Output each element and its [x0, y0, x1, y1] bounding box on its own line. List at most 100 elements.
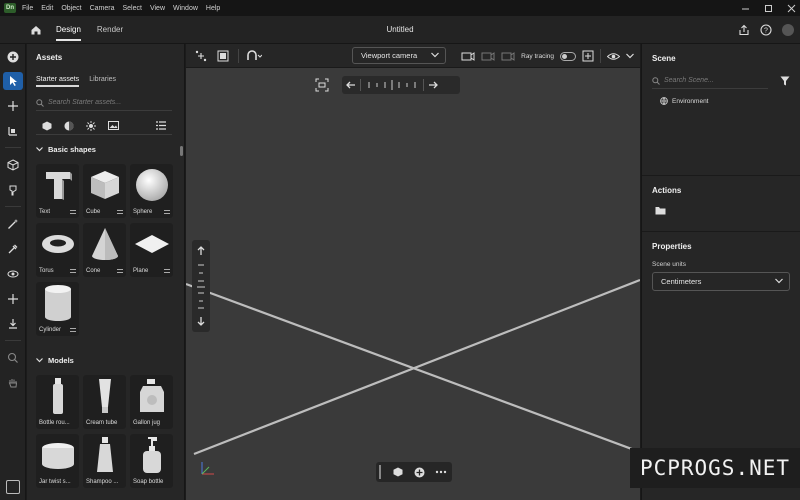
folder-icon[interactable] [655, 206, 666, 215]
menu-view[interactable]: View [150, 5, 165, 12]
select-tool-button[interactable] [3, 72, 23, 90]
panel-toggle-icon[interactable] [6, 480, 20, 494]
menu-window[interactable]: Window [173, 5, 198, 12]
maximize-icon[interactable] [764, 4, 773, 13]
zoom-icon [7, 352, 18, 363]
asset-tile-cylinder[interactable]: Cylinder [36, 282, 79, 336]
menu-edit[interactable]: Edit [41, 5, 53, 12]
camera-redo-icon[interactable] [501, 50, 515, 62]
menu-help[interactable]: Help [206, 5, 220, 12]
home-button[interactable] [24, 16, 48, 44]
filter-lights[interactable] [80, 120, 102, 131]
asset-tile-cone[interactable]: Cone [83, 223, 126, 277]
ray-tracing-toggle[interactable] [560, 51, 576, 61]
avatar[interactable] [782, 24, 794, 36]
asset-tile-shampoo[interactable]: Shampoo ... [83, 434, 126, 488]
close-icon[interactable] [787, 4, 796, 13]
vertical-orbit-control[interactable] [192, 240, 210, 332]
filter-icon[interactable] [780, 76, 790, 86]
tab-render[interactable]: Render [89, 16, 131, 44]
top-toolbar: Design Render Untitled ? [0, 16, 800, 44]
asset-tile-bottle[interactable]: Bottle rou... [36, 375, 79, 429]
tab-starter-assets[interactable]: Starter assets [36, 76, 80, 87]
assets-scrollbar[interactable] [180, 146, 183, 156]
asset-options-icon[interactable] [70, 210, 76, 214]
add-button[interactable] [409, 467, 431, 478]
menu-camera[interactable]: Camera [90, 5, 115, 12]
camera-add-icon[interactable] [461, 50, 475, 62]
asset-tile-sphere[interactable]: Sphere [130, 164, 173, 218]
render-settings-icon[interactable] [582, 50, 594, 62]
transform-button[interactable] [190, 50, 212, 62]
asset-tile-plane[interactable]: Plane [130, 223, 173, 277]
scene-units-select[interactable]: Centimeters [652, 272, 790, 291]
actions-title: Actions [652, 186, 682, 195]
viewport[interactable]: Viewport camera Ray tracing [186, 44, 640, 500]
scene-item-environment[interactable]: Environment [660, 97, 800, 105]
menu-select[interactable]: Select [122, 5, 141, 12]
object-tool-button[interactable] [0, 152, 26, 177]
arrow-right-icon[interactable] [424, 76, 442, 94]
asset-tile-gallon-jug[interactable]: Gallon jug [130, 375, 173, 429]
arrow-up-icon[interactable] [192, 242, 210, 260]
tab-libraries[interactable]: Libraries [89, 76, 116, 87]
orbit-tool-button[interactable] [0, 261, 26, 286]
asset-options-icon[interactable] [164, 269, 170, 273]
scale-tool-button[interactable] [0, 118, 26, 143]
minimize-icon[interactable] [741, 4, 750, 13]
filter-images[interactable] [102, 121, 124, 130]
horizontal-orbit-control[interactable] [315, 76, 460, 94]
asset-tile-torus[interactable]: Torus [36, 223, 79, 277]
camera-undo-icon[interactable] [481, 50, 495, 62]
section-models[interactable]: Models [27, 356, 184, 365]
transform-icon [195, 50, 207, 61]
asset-tile-soap-bottle[interactable]: Soap bottle [130, 434, 173, 488]
asset-options-icon[interactable] [70, 328, 76, 332]
asset-search-field[interactable]: Search Starter assets... [36, 95, 172, 111]
camera-select[interactable]: Viewport camera [352, 47, 446, 64]
filter-materials[interactable] [58, 121, 80, 131]
eye-icon[interactable] [607, 52, 620, 61]
more-button[interactable] [430, 470, 452, 474]
asset-options-icon[interactable] [164, 210, 170, 214]
section-basic-shapes[interactable]: Basic shapes [27, 145, 184, 154]
orbit-icon [7, 270, 19, 277]
move-tool-button[interactable] [0, 93, 26, 118]
hand-tool-button[interactable] [0, 370, 26, 395]
drag-handle[interactable] [379, 465, 381, 479]
pan-tool-button[interactable] [0, 286, 26, 311]
asset-options-icon[interactable] [117, 210, 123, 214]
frame-camera-button[interactable] [312, 76, 332, 94]
asset-tile-cream-tube[interactable]: Cream tube [83, 375, 126, 429]
arrow-down-icon[interactable] [192, 312, 210, 330]
zoom-tool-button[interactable] [0, 345, 26, 370]
asset-options-icon[interactable] [117, 269, 123, 273]
asset-tile-text[interactable]: Text [36, 164, 79, 218]
snap-button[interactable] [243, 49, 265, 62]
align-button[interactable] [212, 50, 234, 62]
add-model-button[interactable] [387, 467, 409, 477]
scene-search-field[interactable]: Search Scene... [652, 73, 768, 89]
scene-search-row: Search Scene... [652, 73, 792, 89]
help-icon[interactable]: ? [760, 24, 772, 36]
tab-design[interactable]: Design [48, 16, 89, 44]
share-icon[interactable] [738, 24, 750, 36]
list-view-button[interactable] [150, 121, 172, 130]
arrow-left-icon[interactable] [342, 76, 360, 94]
menu-object[interactable]: Object [61, 5, 81, 12]
orbit-slider-ticks[interactable] [361, 76, 423, 94]
asset-options-icon[interactable] [70, 269, 76, 273]
asset-tile-cube[interactable]: Cube [83, 164, 126, 218]
magic-wand-button[interactable] [0, 211, 26, 236]
filter-models[interactable] [36, 121, 58, 131]
chevron-down-icon [775, 278, 783, 284]
add-button[interactable] [0, 44, 26, 69]
asset-tile-jar[interactable]: Jar twist s... [36, 434, 79, 488]
orbit-vertical-ticks[interactable] [192, 261, 210, 311]
drop-tool-button[interactable] [0, 311, 26, 336]
chevron-down-icon[interactable] [626, 53, 634, 59]
chevron-down-icon [36, 358, 43, 363]
material-tool-button[interactable] [0, 177, 26, 202]
menu-file[interactable]: File [22, 5, 33, 12]
eyedropper-button[interactable] [0, 236, 26, 261]
